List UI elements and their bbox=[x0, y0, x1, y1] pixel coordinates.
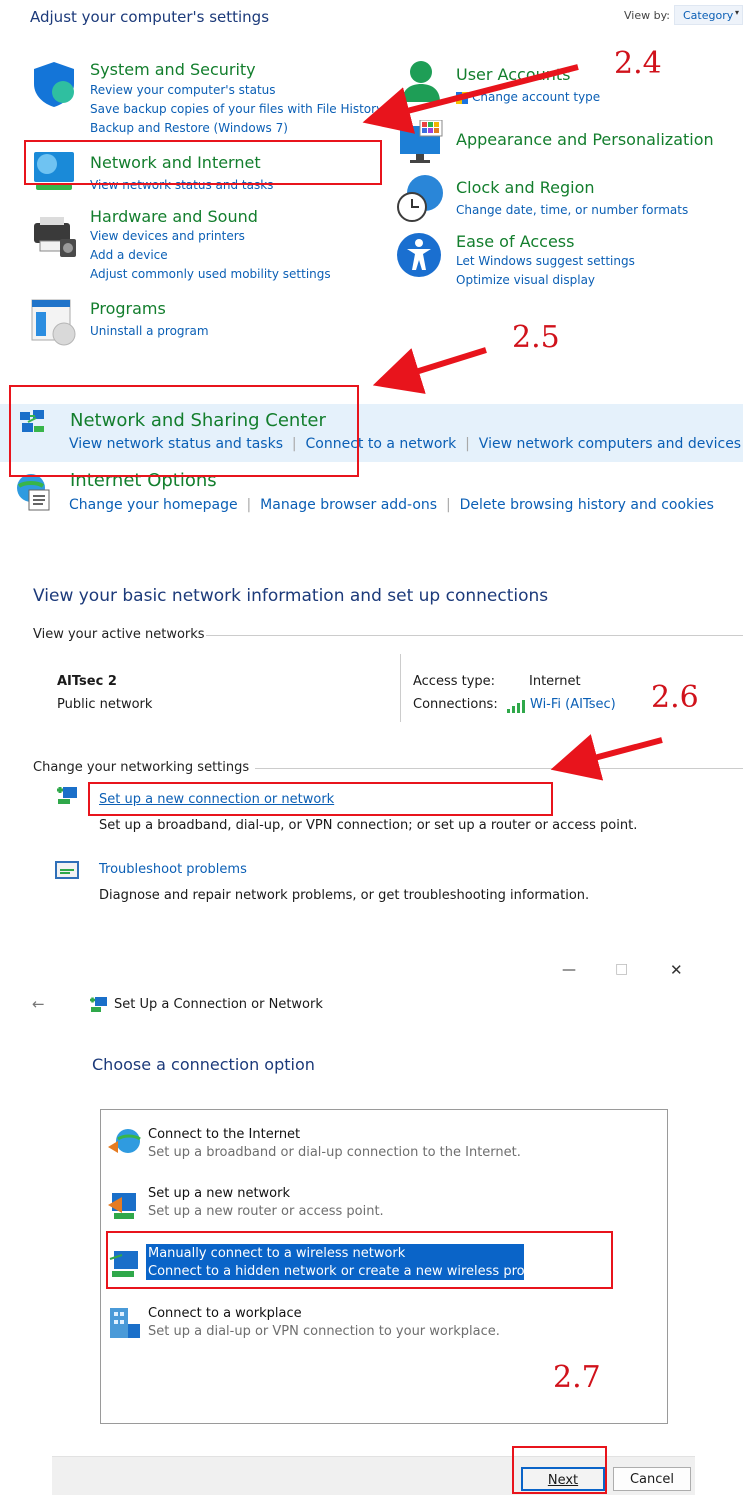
arrow-2-6 bbox=[550, 734, 663, 781]
link-backup-restore[interactable]: Backup and Restore (Windows 7) bbox=[90, 121, 288, 135]
sharing-center-links: View network status and tasks | Connect … bbox=[69, 436, 741, 452]
link-change-account-type[interactable]: Change account type bbox=[472, 90, 600, 104]
link-optimize-display[interactable]: Optimize visual display bbox=[456, 273, 595, 287]
wizard-heading: Choose a connection option bbox=[92, 1055, 315, 1074]
option-manual-wireless[interactable]: Manually connect to a wireless network bbox=[148, 1246, 405, 1261]
category-appearance[interactable]: Appearance and Personalization bbox=[456, 130, 714, 149]
arrow-2-5 bbox=[372, 347, 487, 394]
printer-icon bbox=[30, 215, 78, 259]
option-new-network-desc: Set up a new router or access point. bbox=[148, 1204, 384, 1219]
category-hardware-sound[interactable]: Hardware and Sound bbox=[90, 207, 258, 226]
change-settings-label: Change your networking settings bbox=[33, 760, 250, 775]
link-uninstall-program[interactable]: Uninstall a program bbox=[90, 324, 209, 338]
link-devices-printers[interactable]: View devices and printers bbox=[90, 229, 245, 243]
link-network-computers[interactable]: View network computers and devices bbox=[479, 436, 741, 452]
internet-options-icon bbox=[15, 472, 53, 512]
internet-options-links: Change your homepage | Manage browser ad… bbox=[69, 497, 714, 513]
option-connect-internet-desc: Set up a broadband or dial-up connection… bbox=[148, 1145, 521, 1160]
category-system-security[interactable]: System and Security bbox=[90, 60, 256, 79]
shield-uac-icon bbox=[456, 89, 468, 104]
annotation-2-5: 2.5 bbox=[512, 320, 560, 355]
network-type: Public network bbox=[57, 697, 153, 712]
link-date-time-formats[interactable]: Change date, time, or number formats bbox=[456, 203, 688, 217]
cancel-button-label: Cancel bbox=[629, 1472, 675, 1487]
chevron-down-icon: ▾ bbox=[735, 8, 740, 17]
sharing-center-icon bbox=[18, 408, 46, 436]
internet-globe-icon bbox=[106, 1127, 142, 1159]
programs-icon bbox=[30, 298, 78, 346]
setup-connection-desc: Set up a broadband, dial-up, or VPN conn… bbox=[99, 818, 638, 833]
category-clock-region[interactable]: Clock and Region bbox=[456, 178, 595, 197]
divider: | bbox=[287, 436, 302, 452]
category-ease-of-access[interactable]: Ease of Access bbox=[456, 232, 574, 251]
monitor-personalize-icon bbox=[398, 119, 444, 164]
active-networks-label: View your active networks bbox=[33, 627, 205, 642]
link-view-network-status[interactable]: View network status and tasks bbox=[90, 178, 273, 192]
link-setup-new-connection[interactable]: Set up a new connection or network bbox=[99, 792, 334, 807]
option-workplace[interactable]: Connect to a workplace bbox=[148, 1306, 302, 1321]
link-mobility-settings[interactable]: Adjust commonly used mobility settings bbox=[90, 267, 331, 281]
troubleshoot-icon bbox=[55, 861, 79, 881]
link-add-device[interactable]: Add a device bbox=[90, 248, 168, 262]
wifi-signal-icon bbox=[506, 698, 526, 713]
router-icon bbox=[106, 1187, 142, 1221]
sharing-center-title: View your basic network information and … bbox=[33, 586, 549, 606]
link-delete-history[interactable]: Delete browsing history and cookies bbox=[460, 497, 714, 513]
page-title: Adjust your computer's settings bbox=[30, 8, 270, 26]
item-internet-options[interactable]: Internet Options bbox=[70, 470, 217, 491]
divider bbox=[206, 635, 743, 636]
wizard-title: Set Up a Connection or Network bbox=[114, 997, 323, 1012]
clock-globe-icon bbox=[395, 173, 445, 223]
accessibility-icon bbox=[396, 232, 442, 278]
option-connect-internet[interactable]: Connect to the Internet bbox=[148, 1127, 300, 1142]
option-workplace-desc: Set up a dial-up or VPN connection to yo… bbox=[148, 1324, 500, 1339]
next-button-label: Next bbox=[547, 1473, 579, 1488]
category-user-accounts[interactable]: User Accounts bbox=[456, 65, 571, 84]
item-sharing-center[interactable]: Network and Sharing Center bbox=[70, 410, 326, 431]
minimize-button[interactable]: — bbox=[562, 962, 576, 978]
annotation-2-6: 2.6 bbox=[651, 680, 699, 715]
annotation-2-4: 2.4 bbox=[614, 46, 662, 81]
category-programs[interactable]: Programs bbox=[90, 299, 166, 318]
workplace-icon bbox=[106, 1306, 142, 1342]
link-change-homepage[interactable]: Change your homepage bbox=[69, 497, 238, 513]
user-icon bbox=[398, 58, 444, 104]
annotation-2-7: 2.7 bbox=[553, 1360, 601, 1395]
divider: | bbox=[441, 497, 456, 513]
option-manual-wireless-desc: Connect to a hidden network or create a … bbox=[148, 1264, 549, 1279]
close-button[interactable]: ✕ bbox=[670, 961, 683, 979]
category-network-internet[interactable]: Network and Internet bbox=[90, 153, 261, 172]
back-button[interactable]: ← bbox=[32, 995, 45, 1013]
link-browser-addons[interactable]: Manage browser add-ons bbox=[260, 497, 437, 513]
wireless-network-icon bbox=[108, 1247, 142, 1281]
network-globe-icon bbox=[30, 148, 78, 194]
link-view-status-tasks[interactable]: View network status and tasks bbox=[69, 436, 283, 452]
view-by-value: Category bbox=[683, 9, 734, 22]
new-connection-icon bbox=[55, 784, 79, 806]
divider bbox=[255, 768, 743, 769]
link-wifi-connection[interactable]: Wi-Fi (AITsec) bbox=[530, 697, 616, 712]
link-connect-network[interactable]: Connect to a network bbox=[306, 436, 457, 452]
divider bbox=[400, 654, 401, 722]
maximize-button[interactable]: □ bbox=[615, 961, 628, 977]
access-type-value: Internet bbox=[529, 674, 581, 689]
link-suggest-settings[interactable]: Let Windows suggest settings bbox=[456, 254, 635, 268]
view-by-dropdown[interactable]: Category ▾ bbox=[674, 5, 743, 25]
troubleshoot-desc: Diagnose and repair network problems, or… bbox=[99, 888, 590, 903]
network-name: AITsec 2 bbox=[57, 674, 117, 689]
link-review-status[interactable]: Review your computer's status bbox=[90, 83, 276, 97]
view-by-label: View by: bbox=[624, 9, 670, 22]
next-button[interactable]: Next bbox=[521, 1467, 605, 1491]
access-type-label: Access type: bbox=[413, 674, 496, 689]
shield-icon bbox=[30, 60, 78, 108]
divider: | bbox=[460, 436, 475, 452]
divider: | bbox=[242, 497, 256, 513]
link-file-history[interactable]: Save backup copies of your files with Fi… bbox=[90, 102, 383, 116]
link-troubleshoot[interactable]: Troubleshoot problems bbox=[99, 862, 247, 877]
cancel-button[interactable]: Cancel bbox=[613, 1467, 691, 1491]
option-new-network[interactable]: Set up a new network bbox=[148, 1186, 290, 1201]
connections-label: Connections: bbox=[413, 697, 498, 712]
wizard-network-icon bbox=[89, 995, 109, 1013]
